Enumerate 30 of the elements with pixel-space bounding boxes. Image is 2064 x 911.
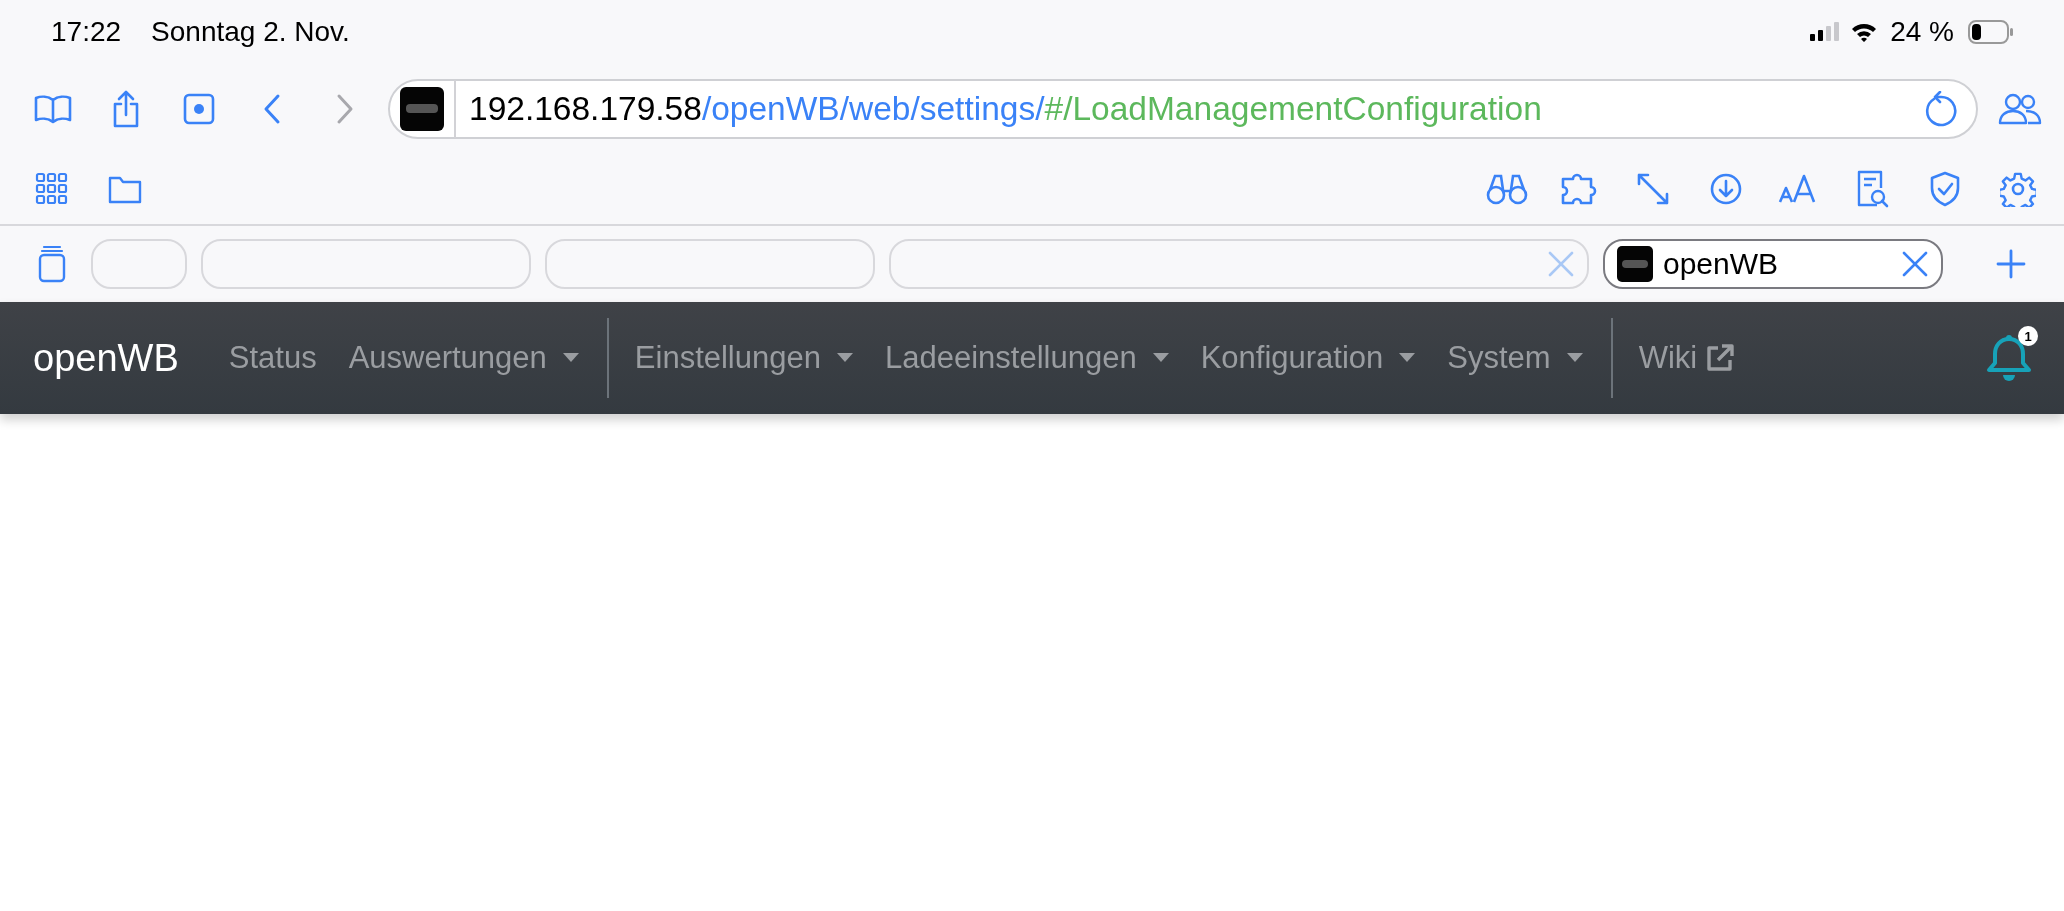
notification-badge: 1 [2018, 326, 2038, 346]
battery-percentage: 24 % [1890, 16, 1954, 48]
nav-link[interactable]: Status [228, 340, 317, 376]
site-favicon-icon [400, 87, 444, 131]
battery-icon [1968, 20, 2014, 44]
date: Sonntag 2. Nov. [151, 16, 350, 48]
caret-icon [1399, 353, 1416, 363]
wifi-icon [1850, 21, 1879, 43]
signal-icon [1810, 22, 1841, 42]
nav-dropdown[interactable]: Einstellungen [634, 340, 853, 376]
caret-icon [836, 353, 853, 363]
url-text: 192.168.179.58/openWB/web/settings/#/LoadManagementConfiguration [469, 90, 1542, 128]
nav-dropdown[interactable]: Konfiguration [1200, 340, 1416, 376]
external-link-icon [1705, 343, 1736, 373]
browser-tab[interactable]: openWB [1603, 239, 1943, 289]
caret-icon [562, 353, 579, 363]
address-field[interactable]: 192.168.179.58/openWB/web/settings/#/LoadManagementConfiguration [388, 79, 1978, 139]
close-icon[interactable] [1901, 250, 1929, 278]
bell-icon[interactable] [1984, 334, 2034, 382]
clock-time: 17:22 [51, 16, 122, 48]
nav-link[interactable]: Wiki [1638, 340, 1736, 376]
nav-dropdown[interactable]: Ladeeinstellungen [884, 340, 1169, 376]
reload-icon[interactable] [1924, 91, 1958, 127]
tab-title: openWB [1663, 247, 1779, 281]
site-favicon-icon [1617, 246, 1653, 282]
nav-dropdown[interactable]: System [1447, 340, 1583, 376]
brand-logo[interactable]: openWB [33, 336, 179, 380]
caret-icon [1566, 353, 1583, 363]
caret-icon [1152, 353, 1169, 363]
nav-dropdown[interactable]: Auswertungen [348, 340, 579, 376]
